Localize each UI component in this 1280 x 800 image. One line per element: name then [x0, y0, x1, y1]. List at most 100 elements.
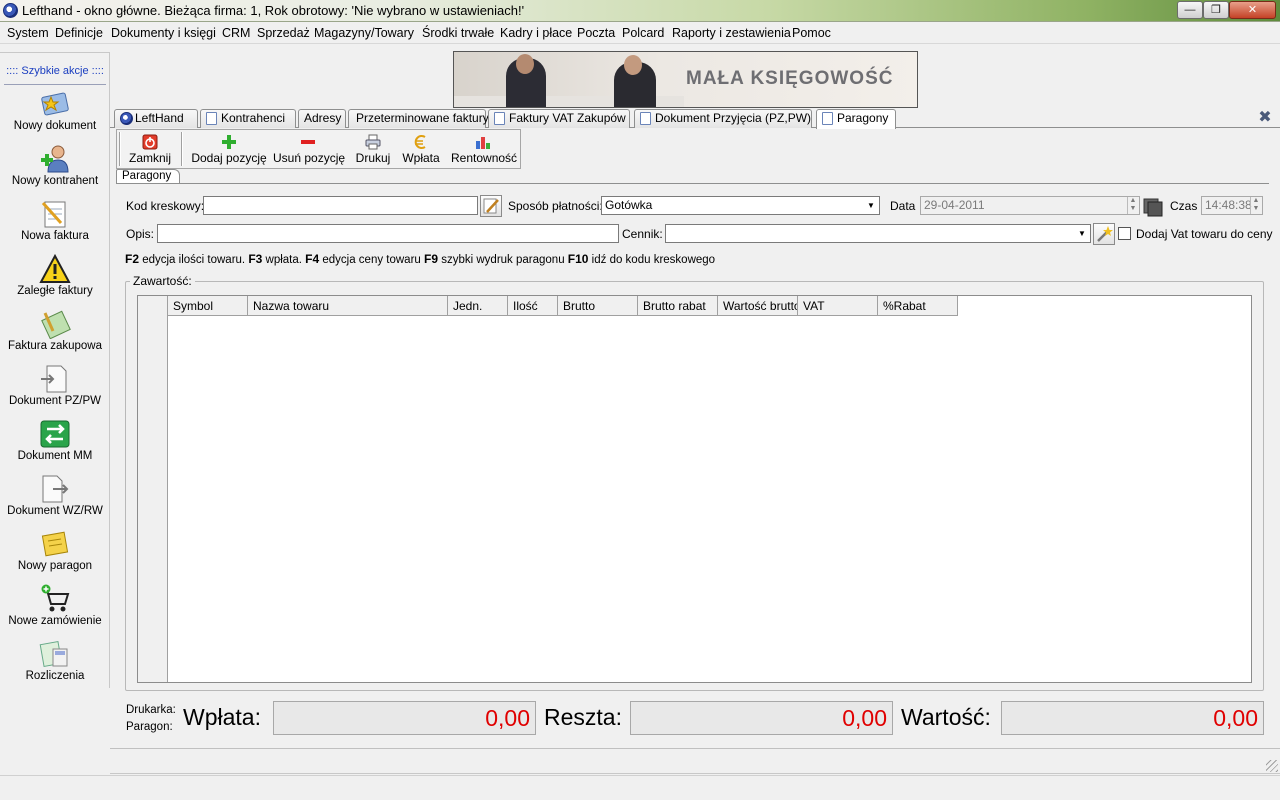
maximize-button[interactable]: ❐	[1203, 1, 1229, 19]
sidebar-item-label: Dokument PZ/PW	[8, 395, 102, 407]
column-wartosc-brutto[interactable]: Wartość brutto	[718, 296, 798, 316]
sidebar-item-document-mm[interactable]: Dokument MM	[0, 419, 110, 473]
profitability-label: Rentowność	[451, 151, 518, 165]
add-item-button[interactable]: Dodaj pozycję	[191, 132, 267, 167]
description-input[interactable]	[157, 224, 619, 243]
menu-sprzedaz[interactable]: Sprzedaż	[257, 26, 310, 40]
euro-icon	[414, 135, 426, 149]
sidebar-item-settlements[interactable]: Rozliczenia	[0, 639, 110, 693]
resize-grip-icon[interactable]	[1266, 760, 1278, 772]
time-label: Czas	[1170, 199, 1198, 213]
barcode-edit-button[interactable]	[480, 195, 502, 217]
column-rabat[interactable]: %Rabat	[878, 296, 958, 316]
tab-dokument-przyjecia[interactable]: Dokument Przyjęcia (PZ,PW)	[634, 109, 812, 128]
menu-pomoc[interactable]: Pomoc	[792, 26, 831, 40]
time-field[interactable]: 14:48:38 ▲ ▼	[1201, 196, 1263, 215]
sidebar-item-document-pz-pw[interactable]: Dokument PZ/PW	[0, 364, 110, 418]
sidebar-item-label: Rozliczenia	[25, 670, 85, 682]
tab-label: Faktury VAT Zakupów	[509, 111, 626, 125]
column-brutto[interactable]: Brutto	[558, 296, 638, 316]
sidebar-item-label: Dokument MM	[17, 450, 93, 462]
content-group-title: Zawartość:	[130, 274, 195, 288]
close-tab-icon[interactable]: ✖	[1256, 110, 1274, 126]
menu-magazyny[interactable]: Magazyny/Towary	[314, 26, 414, 40]
minimize-button[interactable]: —	[1177, 1, 1203, 19]
tab-adresy[interactable]: Adresy	[298, 109, 346, 128]
date-spinner-icon[interactable]: ▲ ▼	[1127, 197, 1138, 214]
menu-bar: System Definicje Dokumenty i księgi CRM …	[0, 22, 1280, 44]
hint-text: szybki wydruk paragonu	[438, 254, 568, 266]
calendar-icon	[1143, 198, 1163, 217]
sidebar-item-purchase-invoice[interactable]: Faktura zakupowa	[0, 309, 110, 363]
sidebar-item-new-order[interactable]: Nowe zamówienie	[0, 584, 110, 638]
sidebar-item-new-document[interactable]: Nowy dokument	[0, 89, 110, 143]
items-grid[interactable]: Symbol Nazwa towaru Jedn. Ilość Brutto B…	[137, 295, 1252, 683]
sidebar-item-label: Nowy paragon	[17, 560, 93, 572]
settlements-icon	[39, 641, 68, 667]
payment-label: Wpłata	[402, 151, 440, 165]
sidebar-item-label: Nowy dokument	[13, 120, 97, 132]
barcode-input[interactable]	[203, 196, 478, 215]
date-value: 29-04-2011	[924, 198, 985, 212]
sidebar-item-new-receipt[interactable]: Nowy paragon	[0, 529, 110, 583]
toolbar-separator	[181, 132, 183, 166]
menu-raporty[interactable]: Raporty i zestawienia	[672, 26, 791, 40]
printer-label: Drukarka:	[126, 704, 176, 716]
time-spinner-icon[interactable]: ▲ ▼	[1250, 197, 1261, 214]
close-window-button[interactable]: ✕	[1229, 1, 1276, 19]
menu-poczta[interactable]: Poczta	[577, 26, 615, 40]
remove-item-button[interactable]: Usuń pozycję	[273, 132, 345, 167]
tab-lefthand[interactable]: LeftHand	[114, 109, 198, 128]
sidebar-item-overdue-invoices[interactable]: Zaległe faktury	[0, 254, 110, 308]
column-symbol[interactable]: Symbol	[168, 296, 248, 316]
tab-przeterminowane[interactable]: Przeterminowane faktury	[348, 109, 489, 128]
menu-system[interactable]: System	[7, 26, 49, 40]
tab-faktury-vat-zakupow[interactable]: Faktury VAT Zakupów	[488, 109, 630, 128]
add-vat-checkbox[interactable]	[1118, 227, 1131, 240]
sidebar-item-document-wz-rw[interactable]: Dokument WZ/RW	[0, 474, 110, 528]
document-icon	[822, 112, 833, 125]
sidebar-item-label: Nowa faktura	[21, 230, 89, 242]
new-document-icon	[41, 92, 69, 116]
hint-key: F9	[424, 252, 439, 266]
tab-label: Kontrahenci	[221, 111, 286, 125]
menu-dokumenty[interactable]: Dokumenty i księgi	[111, 26, 216, 40]
chevron-down-icon: ▼	[867, 201, 875, 210]
sidebar-item-new-invoice[interactable]: Nowa faktura	[0, 199, 110, 253]
column-ilosc[interactable]: Ilość	[508, 296, 558, 316]
payment-button[interactable]: Wpłata	[399, 132, 443, 167]
pricelist-select[interactable]: ▼	[665, 224, 1091, 243]
menu-definicje[interactable]: Definicje	[55, 26, 103, 40]
add-vat-label: Dodaj Vat towaru do ceny	[1136, 227, 1273, 241]
purchase-invoice-icon	[41, 310, 71, 339]
payment-method-select[interactable]: Gotówka ▼	[601, 196, 880, 215]
pricelist-tool-button[interactable]	[1093, 223, 1115, 245]
print-button[interactable]: Drukuj	[351, 132, 395, 167]
hint-key: F3	[248, 252, 263, 266]
payment-total-label: Wpłata:	[183, 704, 261, 730]
sidebar-item-new-contractor[interactable]: Nowy kontrahent	[0, 144, 110, 198]
menu-crm[interactable]: CRM	[222, 26, 250, 40]
column-brutto-rabat[interactable]: Brutto rabat	[638, 296, 718, 316]
barcode-label: Kod kreskowy:	[126, 199, 205, 213]
menu-polcard[interactable]: Polcard	[622, 26, 664, 40]
app-logo-icon	[3, 3, 18, 18]
hint-key: F4	[305, 252, 320, 266]
calendar-button[interactable]	[1142, 195, 1164, 217]
date-field[interactable]: 29-04-2011 ▲ ▼	[920, 196, 1140, 215]
close-button[interactable]: Zamknij	[125, 132, 175, 167]
menu-kadry[interactable]: Kadry i płace	[500, 26, 572, 40]
menu-srodki-trwale[interactable]: Środki trwałe	[422, 26, 494, 40]
tab-kontrahenci[interactable]: Kontrahenci	[200, 109, 296, 128]
total-value-label: Wartość:	[901, 704, 991, 730]
tab-paragony-inner[interactable]: Paragony	[116, 169, 180, 184]
sidebar-item-label: Nowe zamówienie	[8, 615, 102, 627]
tab-paragony[interactable]: Paragony	[816, 109, 896, 129]
hint-text: edycja ilości towaru.	[139, 254, 249, 266]
column-nazwa-towaru[interactable]: Nazwa towaru	[248, 296, 448, 316]
column-jedn[interactable]: Jedn.	[448, 296, 508, 316]
change-label: Reszta:	[544, 704, 622, 730]
profitability-button[interactable]: Rentowność	[451, 132, 518, 167]
hint-text: wpłata.	[262, 254, 306, 266]
column-vat[interactable]: VAT	[798, 296, 878, 316]
